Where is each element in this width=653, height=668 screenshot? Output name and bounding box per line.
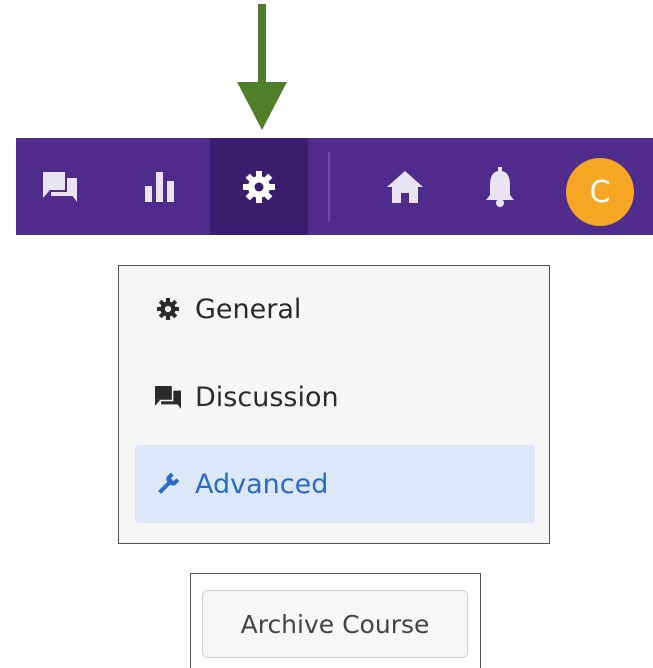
avatar-initial: C <box>589 174 611 210</box>
home-icon <box>387 170 423 203</box>
settings-menu: General Discussion Advanced <box>118 265 550 544</box>
nav-divider <box>328 152 330 222</box>
annotation-arrow-icon <box>237 4 287 130</box>
notifications-nav-button[interactable] <box>456 138 544 235</box>
menu-item-label: Discussion <box>195 381 339 413</box>
discussion-icon <box>153 385 183 409</box>
discussion-nav-button[interactable] <box>16 138 104 235</box>
top-navigation-bar: C <box>16 138 653 235</box>
bell-icon <box>484 166 516 207</box>
home-nav-button[interactable] <box>361 138 449 235</box>
chart-icon <box>145 171 175 202</box>
menu-item-label: Advanced <box>195 468 329 500</box>
menu-item-general[interactable]: General <box>135 270 535 348</box>
discussion-icon <box>43 171 77 202</box>
menu-item-advanced[interactable]: Advanced <box>135 445 535 523</box>
settings-nav-button[interactable] <box>210 138 308 235</box>
menu-item-discussion[interactable]: Discussion <box>135 358 535 436</box>
analytics-nav-button[interactable] <box>116 138 204 235</box>
gear-icon <box>243 170 275 203</box>
archive-panel: Archive Course <box>190 573 481 668</box>
user-avatar[interactable]: C <box>566 158 634 226</box>
gear-icon <box>153 298 183 320</box>
archive-course-button[interactable]: Archive Course <box>202 590 468 658</box>
wrench-icon <box>153 472 183 496</box>
menu-item-label: General <box>195 293 302 325</box>
